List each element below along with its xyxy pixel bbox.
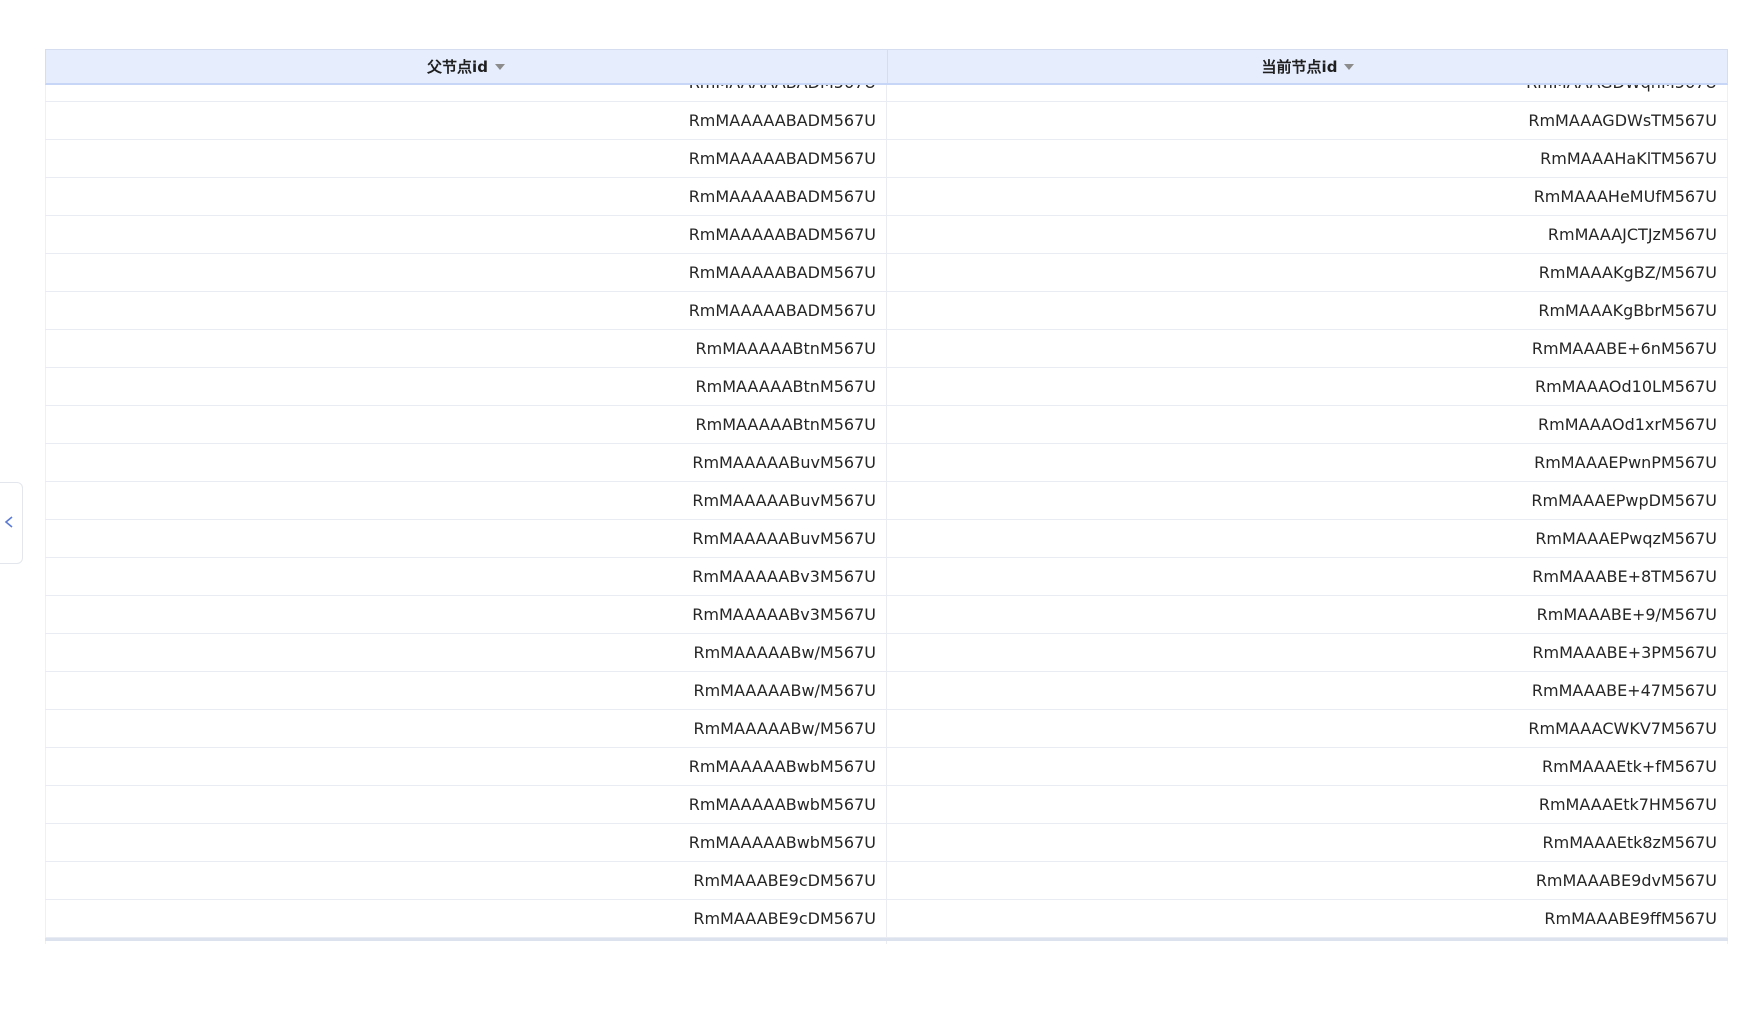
cell-parent-id[interactable]: RmMAAAAABuvM567U [45, 520, 887, 557]
cell-current-id[interactable]: RmMAAAOd1xrM567U [887, 406, 1728, 443]
cell-current-id[interactable]: RmMAAAGDWsTM567U [887, 102, 1728, 139]
table-row[interactable]: RmMAAAAABw/M567U RmMAAABE+47M567U [45, 672, 1728, 710]
table-row[interactable]: RmMAAAAABADM567U RmMAAAKgBZ/M567U [45, 254, 1728, 292]
cell-current-id[interactable]: RmMAAAEtk+fM567U [887, 748, 1728, 785]
cell-current-id[interactable]: RmMAAAGDWqnM567U [887, 85, 1728, 101]
table-header: 父节点id 当前节点id [45, 49, 1728, 85]
table-row-pinned[interactable]: RmMAAABE9cDM567URmMAAABE9hLM567U [45, 938, 1728, 944]
cell-current-id[interactable]: RmMAAACWKV7M567U [887, 710, 1728, 747]
table-row[interactable]: RmMAAAAABv3M567U RmMAAABE+9/M567U [45, 596, 1728, 634]
cell-current-id[interactable]: RmMAAAEPwpDM567U [887, 482, 1728, 519]
cell-parent-id[interactable]: RmMAAAAABwbM567U [45, 824, 887, 861]
table-row[interactable]: RmMAAAAABuvM567U RmMAAAEPwnPM567U [45, 444, 1728, 482]
cell-parent-id[interactable]: RmMAAABE9cDM567U [45, 900, 887, 937]
cell-current-id[interactable]: RmMAAAHaKlTM567U [887, 140, 1728, 177]
table-body[interactable]: RmMAAAAABADM567URmMAAAGDWqnM567URmMAAAAA… [45, 85, 1728, 944]
cell-current-id[interactable]: RmMAAAEPwnPM567U [887, 444, 1728, 481]
table-row[interactable]: RmMAAAAABw/M567U RmMAAACWKV7M567U [45, 710, 1728, 748]
table-row[interactable]: RmMAAAAABv3M567U RmMAAABE+8TM567U [45, 558, 1728, 596]
cell-current-id[interactable]: RmMAAABE+9/M567U [887, 596, 1728, 633]
cell-parent-id[interactable]: RmMAAAAABw/M567U [45, 634, 887, 671]
table-row[interactable]: RmMAAAAABtnM567U RmMAAABE+6nM567U [45, 330, 1728, 368]
cell-parent-id[interactable]: RmMAAAAABtnM567U [45, 368, 887, 405]
cell-current-id[interactable]: RmMAAABE9ffM567U [887, 900, 1728, 937]
cell-parent-id[interactable]: RmMAAAAABADM567U [45, 85, 887, 101]
cell-current-id[interactable]: RmMAAAEtk7HM567U [887, 786, 1728, 823]
cell-parent-id[interactable]: RmMAAAAABADM567U [45, 178, 887, 215]
cell-parent-id[interactable]: RmMAAAAABADM567U [45, 254, 887, 291]
cell-parent-id[interactable]: RmMAAAAABtnM567U [45, 406, 887, 443]
table-row[interactable]: RmMAAABE9cDM567U RmMAAABE9dvM567U [45, 862, 1728, 900]
cell-current-id[interactable]: RmMAAABE+3PM567U [887, 634, 1728, 671]
cell-current-id[interactable]: RmMAAABE9dvM567U [887, 862, 1728, 899]
cell-parent-id[interactable]: RmMAAABE9cDM567U [45, 941, 887, 944]
cell-current-id[interactable]: RmMAAAHeMUfM567U [887, 178, 1728, 215]
table-row[interactable]: RmMAAAAABuvM567U RmMAAAEPwpDM567U [45, 482, 1728, 520]
table-row[interactable]: RmMAAAAABuvM567U RmMAAAEPwqzM567U [45, 520, 1728, 558]
table-row[interactable]: RmMAAAAABADM567U RmMAAAKgBbrM567U [45, 292, 1728, 330]
cell-parent-id[interactable]: RmMAAAAABADM567U [45, 102, 887, 139]
cell-parent-id[interactable]: RmMAAAAABw/M567U [45, 672, 887, 709]
cell-parent-id[interactable]: RmMAAAAABv3M567U [45, 596, 887, 633]
column-header-label: 父节点id [427, 58, 488, 76]
cell-current-id[interactable]: RmMAAAKgBbrM567U [887, 292, 1728, 329]
cell-parent-id[interactable]: RmMAAABE9cDM567U [45, 862, 887, 899]
cell-parent-id[interactable]: RmMAAAAABw/M567U [45, 710, 887, 747]
cell-parent-id[interactable]: RmMAAAAABuvM567U [45, 444, 887, 481]
cell-parent-id[interactable]: RmMAAAAABuvM567U [45, 482, 887, 519]
cell-parent-id[interactable]: RmMAAAAABwbM567U [45, 786, 887, 823]
cell-parent-id[interactable]: RmMAAAAABADM567U [45, 216, 887, 253]
table-row[interactable]: RmMAAAAABw/M567U RmMAAABE+3PM567U [45, 634, 1728, 672]
data-table: 父节点id 当前节点id RmMAAAAABADM567URmMAAAGDWqn… [45, 49, 1728, 944]
table-row[interactable]: RmMAAAAABADM567U RmMAAAJCTJzM567U [45, 216, 1728, 254]
column-header-parent-id[interactable]: 父节点id [46, 50, 888, 83]
cell-current-id[interactable]: RmMAAAOd10LM567U [887, 368, 1728, 405]
table-row[interactable]: RmMAAAAABADM567U RmMAAAHaKlTM567U [45, 140, 1728, 178]
cell-current-id[interactable]: RmMAAAEtk8zM567U [887, 824, 1728, 861]
caret-down-icon[interactable] [1343, 63, 1355, 71]
cell-current-id[interactable]: RmMAAABE+47M567U [887, 672, 1728, 709]
cell-current-id[interactable]: RmMAAABE+6nM567U [887, 330, 1728, 367]
cell-parent-id[interactable]: RmMAAAAABADM567U [45, 292, 887, 329]
sidebar-collapse-toggle[interactable] [0, 482, 23, 564]
table-row[interactable]: RmMAAAAABADM567URmMAAAGDWqnM567U [45, 85, 1728, 102]
table-row[interactable]: RmMAAABE9cDM567U RmMAAABE9ffM567U [45, 900, 1728, 938]
cell-current-id[interactable]: RmMAAABE+8TM567U [887, 558, 1728, 595]
table-row[interactable]: RmMAAAAABtnM567U RmMAAAOd1xrM567U [45, 406, 1728, 444]
cell-parent-id[interactable]: RmMAAAAABwbM567U [45, 748, 887, 785]
table-row[interactable]: RmMAAAAABwbM567U RmMAAAEtk8zM567U [45, 824, 1728, 862]
cell-current-id[interactable]: RmMAAAEPwqzM567U [887, 520, 1728, 557]
cell-parent-id[interactable]: RmMAAAAABADM567U [45, 140, 887, 177]
table-row[interactable]: RmMAAAAABADM567U RmMAAAGDWsTM567U [45, 102, 1728, 140]
caret-down-icon[interactable] [494, 63, 506, 71]
column-header-current-id[interactable]: 当前节点id [888, 50, 1729, 83]
cell-current-id[interactable]: RmMAAAKgBZ/M567U [887, 254, 1728, 291]
chevron-left-icon [4, 516, 13, 528]
table-rows: RmMAAAAABADM567URmMAAAGDWqnM567URmMAAAAA… [45, 85, 1728, 944]
table-row[interactable]: RmMAAAAABADM567U RmMAAAHeMUfM567U [45, 178, 1728, 216]
table-row[interactable]: RmMAAAAABwbM567U RmMAAAEtk+fM567U [45, 748, 1728, 786]
cell-current-id[interactable]: RmMAAABE9hLM567U [887, 941, 1728, 944]
cell-parent-id[interactable]: RmMAAAAABtnM567U [45, 330, 887, 367]
table-row[interactable]: RmMAAAAABwbM567U RmMAAAEtk7HM567U [45, 786, 1728, 824]
cell-current-id[interactable]: RmMAAAJCTJzM567U [887, 216, 1728, 253]
column-header-label: 当前节点id [1261, 58, 1338, 76]
table-row[interactable]: RmMAAAAABtnM567U RmMAAAOd10LM567U [45, 368, 1728, 406]
cell-parent-id[interactable]: RmMAAAAABv3M567U [45, 558, 887, 595]
